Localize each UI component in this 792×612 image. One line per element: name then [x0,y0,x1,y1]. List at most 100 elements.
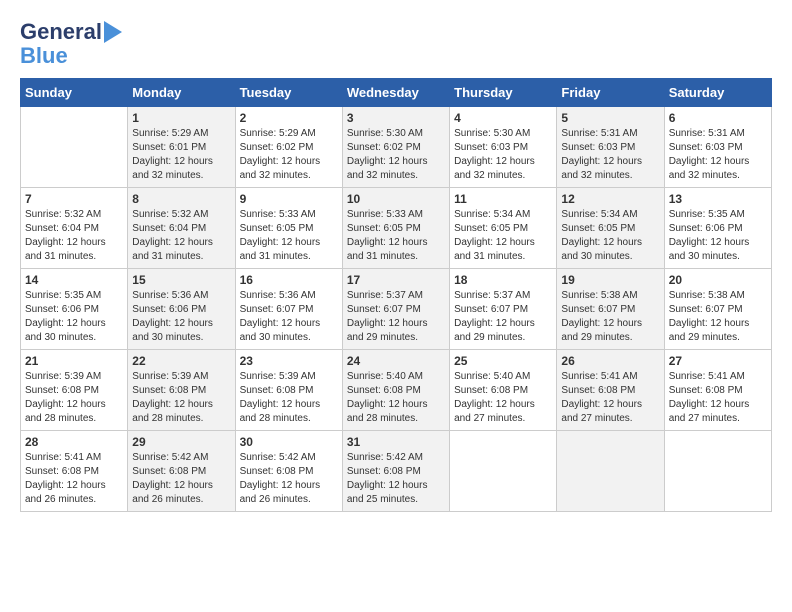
day-info: Sunrise: 5:38 AM Sunset: 6:07 PM Dayligh… [561,289,659,345]
day-number: 11 [454,192,552,206]
calendar-week-row: 28 Sunrise: 5:41 AM Sunset: 6:08 PM Dayli… [21,431,772,512]
day-number: 6 [669,111,767,125]
day-info: Sunrise: 5:40 AM Sunset: 6:08 PM Dayligh… [454,370,552,426]
day-info: Sunrise: 5:42 AM Sunset: 6:08 PM Dayligh… [240,451,338,507]
day-number: 18 [454,273,552,287]
day-number: 14 [25,273,123,287]
calendar-day-cell: 13 Sunrise: 5:35 AM Sunset: 6:06 PM Dayli… [664,188,771,269]
day-number: 17 [347,273,445,287]
day-number: 29 [132,435,230,449]
day-number: 16 [240,273,338,287]
day-info: Sunrise: 5:31 AM Sunset: 6:03 PM Dayligh… [561,127,659,183]
day-info: Sunrise: 5:41 AM Sunset: 6:08 PM Dayligh… [669,370,767,426]
day-info: Sunrise: 5:38 AM Sunset: 6:07 PM Dayligh… [669,289,767,345]
day-info: Sunrise: 5:30 AM Sunset: 6:03 PM Dayligh… [454,127,552,183]
calendar-week-row: 1 Sunrise: 5:29 AM Sunset: 6:01 PM Daylig… [21,107,772,188]
day-info: Sunrise: 5:34 AM Sunset: 6:05 PM Dayligh… [561,208,659,264]
calendar-week-row: 21Sunrise: 5:39 AM Sunset: 6:08 PM Dayli… [21,350,772,431]
day-number: 3 [347,111,445,125]
day-number: 13 [669,192,767,206]
calendar-day-cell: 19 Sunrise: 5:38 AM Sunset: 6:07 PM Dayli… [557,269,664,350]
day-info: Sunrise: 5:41 AM Sunset: 6:08 PM Dayligh… [25,451,123,507]
calendar-day-cell: 6 Sunrise: 5:31 AM Sunset: 6:03 PM Daylig… [664,107,771,188]
calendar-day-cell: 24 Sunrise: 5:40 AM Sunset: 6:08 PM Dayli… [342,350,449,431]
weekday-header-row: SundayMondayTuesdayWednesdayThursdayFrid… [21,79,772,107]
calendar-day-cell [450,431,557,512]
weekday-header-cell: Saturday [664,79,771,107]
calendar-body: 1 Sunrise: 5:29 AM Sunset: 6:01 PM Daylig… [21,107,772,512]
calendar-day-cell: 3 Sunrise: 5:30 AM Sunset: 6:02 PM Daylig… [342,107,449,188]
day-number: 19 [561,273,659,287]
weekday-header-cell: Sunday [21,79,128,107]
day-info: Sunrise: 5:36 AM Sunset: 6:07 PM Dayligh… [240,289,338,345]
day-info: Sunrise: 5:33 AM Sunset: 6:05 PM Dayligh… [240,208,338,264]
calendar-day-cell [21,107,128,188]
day-info: Sunrise: 5:34 AM Sunset: 6:05 PM Dayligh… [454,208,552,264]
calendar-day-cell: 26Sunrise: 5:41 AM Sunset: 6:08 PM Dayli… [557,350,664,431]
day-number: 1 [132,111,230,125]
day-info: Sunrise: 5:29 AM Sunset: 6:01 PM Dayligh… [132,127,230,183]
day-info: Sunrise: 5:37 AM Sunset: 6:07 PM Dayligh… [347,289,445,345]
calendar-day-cell: 27 Sunrise: 5:41 AM Sunset: 6:08 PM Dayli… [664,350,771,431]
day-number: 9 [240,192,338,206]
calendar-day-cell: 2Sunrise: 5:29 AM Sunset: 6:02 PM Daylig… [235,107,342,188]
weekday-header-cell: Friday [557,79,664,107]
weekday-header-cell: Tuesday [235,79,342,107]
calendar-day-cell: 12 Sunrise: 5:34 AM Sunset: 6:05 PM Dayli… [557,188,664,269]
calendar-day-cell: 28 Sunrise: 5:41 AM Sunset: 6:08 PM Dayli… [21,431,128,512]
logo-icon [104,21,122,43]
calendar-day-cell: 25 Sunrise: 5:40 AM Sunset: 6:08 PM Dayli… [450,350,557,431]
day-info: Sunrise: 5:36 AM Sunset: 6:06 PM Dayligh… [132,289,230,345]
day-number: 27 [669,354,767,368]
calendar-day-cell: 7 Sunrise: 5:32 AM Sunset: 6:04 PM Daylig… [21,188,128,269]
day-info: Sunrise: 5:42 AM Sunset: 6:08 PM Dayligh… [132,451,230,507]
calendar-day-cell: 14 Sunrise: 5:35 AM Sunset: 6:06 PM Dayli… [21,269,128,350]
calendar-day-cell: 1 Sunrise: 5:29 AM Sunset: 6:01 PM Daylig… [128,107,235,188]
day-info: Sunrise: 5:35 AM Sunset: 6:06 PM Dayligh… [25,289,123,345]
calendar-day-cell: 20 Sunrise: 5:38 AM Sunset: 6:07 PM Dayli… [664,269,771,350]
weekday-header-cell: Monday [128,79,235,107]
day-info: Sunrise: 5:41 AM Sunset: 6:08 PM Dayligh… [561,370,659,426]
logo-text-general: General [20,20,102,44]
calendar-day-cell: 17 Sunrise: 5:37 AM Sunset: 6:07 PM Dayli… [342,269,449,350]
calendar-day-cell: 15 Sunrise: 5:36 AM Sunset: 6:06 PM Dayli… [128,269,235,350]
day-number: 24 [347,354,445,368]
calendar-table: SundayMondayTuesdayWednesdayThursdayFrid… [20,78,772,512]
day-info: Sunrise: 5:42 AM Sunset: 6:08 PM Dayligh… [347,451,445,507]
day-number: 7 [25,192,123,206]
day-number: 8 [132,192,230,206]
calendar-day-cell: 21Sunrise: 5:39 AM Sunset: 6:08 PM Dayli… [21,350,128,431]
calendar-day-cell: 16 Sunrise: 5:36 AM Sunset: 6:07 PM Dayli… [235,269,342,350]
day-info: Sunrise: 5:39 AM Sunset: 6:08 PM Dayligh… [132,370,230,426]
day-info: Sunrise: 5:32 AM Sunset: 6:04 PM Dayligh… [132,208,230,264]
day-number: 30 [240,435,338,449]
calendar-day-cell: 9 Sunrise: 5:33 AM Sunset: 6:05 PM Daylig… [235,188,342,269]
day-number: 31 [347,435,445,449]
page-header: General Blue [20,20,772,68]
day-number: 20 [669,273,767,287]
day-info: Sunrise: 5:39 AM Sunset: 6:08 PM Dayligh… [25,370,123,426]
day-number: 15 [132,273,230,287]
day-number: 22 [132,354,230,368]
day-number: 12 [561,192,659,206]
calendar-week-row: 7 Sunrise: 5:32 AM Sunset: 6:04 PM Daylig… [21,188,772,269]
day-number: 28 [25,435,123,449]
day-number: 5 [561,111,659,125]
calendar-day-cell: 31 Sunrise: 5:42 AM Sunset: 6:08 PM Dayli… [342,431,449,512]
day-number: 4 [454,111,552,125]
day-info: Sunrise: 5:31 AM Sunset: 6:03 PM Dayligh… [669,127,767,183]
calendar-day-cell [557,431,664,512]
day-info: Sunrise: 5:37 AM Sunset: 6:07 PM Dayligh… [454,289,552,345]
logo: General Blue [20,20,122,68]
day-info: Sunrise: 5:40 AM Sunset: 6:08 PM Dayligh… [347,370,445,426]
day-info: Sunrise: 5:30 AM Sunset: 6:02 PM Dayligh… [347,127,445,183]
weekday-header-cell: Thursday [450,79,557,107]
day-info: Sunrise: 5:35 AM Sunset: 6:06 PM Dayligh… [669,208,767,264]
calendar-day-cell: 10Sunrise: 5:33 AM Sunset: 6:05 PM Dayli… [342,188,449,269]
day-info: Sunrise: 5:32 AM Sunset: 6:04 PM Dayligh… [25,208,123,264]
calendar-day-cell: 30 Sunrise: 5:42 AM Sunset: 6:08 PM Dayli… [235,431,342,512]
day-number: 10 [347,192,445,206]
day-number: 25 [454,354,552,368]
calendar-day-cell: 23Sunrise: 5:39 AM Sunset: 6:08 PM Dayli… [235,350,342,431]
logo-text-blue: Blue [20,43,68,68]
